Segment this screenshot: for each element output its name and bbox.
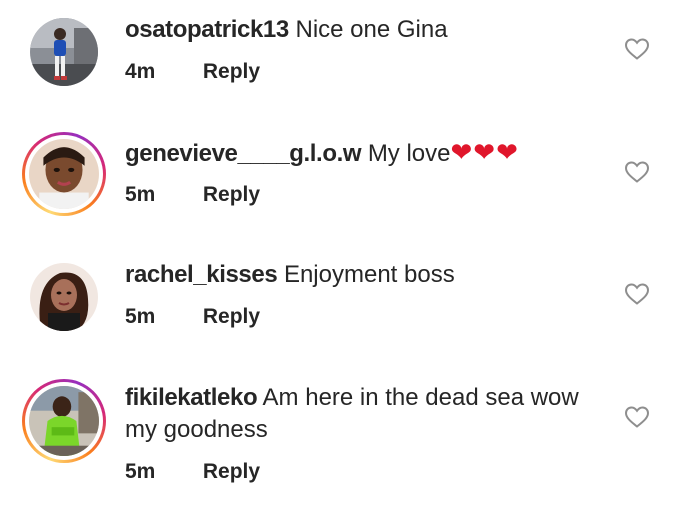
heart-outline-icon[interactable] bbox=[624, 37, 650, 61]
heart-outline-icon[interactable] bbox=[624, 405, 650, 429]
comment-timestamp: 5m bbox=[125, 183, 156, 206]
avatar-image bbox=[29, 386, 99, 456]
comment-text: rachel_kisses Enjoyment boss bbox=[125, 259, 595, 291]
reply-button[interactable]: Reply bbox=[203, 460, 260, 483]
avatar[interactable] bbox=[22, 379, 106, 463]
comment-meta: 5m Reply bbox=[125, 460, 260, 484]
comment-meta: 4m Reply bbox=[125, 60, 260, 84]
comment-body: Enjoyment boss bbox=[283, 261, 455, 288]
comment-meta: 5m Reply bbox=[125, 305, 260, 329]
comment-username[interactable]: osatopatrick13 bbox=[125, 16, 289, 43]
avatar[interactable] bbox=[22, 132, 106, 216]
comment-username[interactable]: fikilekatleko bbox=[125, 384, 258, 411]
comment-timestamp: 5m bbox=[125, 305, 156, 328]
comment-text: genevieve____g.l.o.w My love❤❤❤ bbox=[125, 137, 595, 170]
comment-text: fikilekatleko Am here in the dead sea wo… bbox=[125, 382, 595, 446]
reply-button[interactable]: Reply bbox=[203, 305, 260, 328]
reply-button[interactable]: Reply bbox=[203, 183, 260, 206]
heart-outline-icon[interactable] bbox=[624, 160, 650, 184]
comment-text: osatopatrick13 Nice one Gina bbox=[125, 14, 595, 46]
avatar[interactable] bbox=[30, 263, 98, 331]
avatar-image bbox=[30, 18, 98, 86]
heart-emoji-icon: ❤❤❤ bbox=[450, 138, 519, 168]
reply-button[interactable]: Reply bbox=[203, 60, 260, 83]
comment-timestamp: 4m bbox=[125, 60, 156, 83]
avatar-image bbox=[29, 139, 99, 209]
comment-username[interactable]: rachel_kisses bbox=[125, 261, 278, 288]
heart-outline-icon[interactable] bbox=[624, 282, 650, 306]
avatar[interactable] bbox=[30, 18, 98, 86]
comment-username[interactable]: genevieve____g.l.o.w bbox=[125, 140, 362, 167]
comment-body: My love bbox=[367, 140, 451, 167]
comment-body: Nice one Gina bbox=[295, 16, 448, 43]
avatar-image bbox=[30, 263, 98, 331]
comment-timestamp: 5m bbox=[125, 460, 156, 483]
comment-meta: 5m Reply bbox=[125, 183, 260, 207]
